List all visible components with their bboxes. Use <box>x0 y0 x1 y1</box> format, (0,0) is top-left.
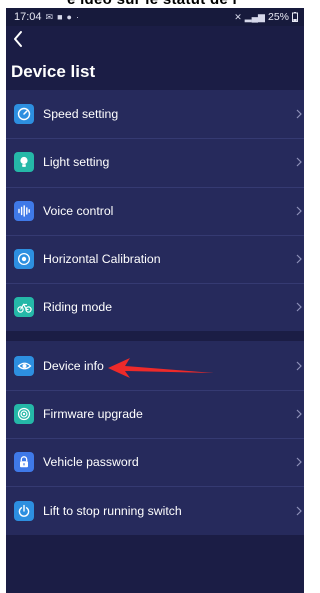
chevron-right-icon <box>296 302 302 312</box>
chevron-right-icon <box>296 457 302 467</box>
speedometer-icon <box>14 104 34 125</box>
back-button[interactable] <box>12 28 32 50</box>
menu-item-label: Horizontal Calibration <box>43 252 161 267</box>
menu-item-voice-control[interactable]: Voice control <box>6 186 304 235</box>
bicycle-icon <box>14 297 34 318</box>
status-left: 17:04 ✉ ■ ● · <box>14 11 79 23</box>
notification-icon: ✉ <box>45 11 54 22</box>
chevron-right-icon <box>296 409 302 419</box>
menu-item-firmware-upgrade[interactable]: Firmware upgrade <box>6 389 304 438</box>
menu-item-vehicle-password[interactable]: Vehicle password <box>6 438 304 486</box>
target-icon <box>14 249 34 270</box>
caption-text: e ideo sur le statut de l <box>0 0 304 8</box>
menu-item-label: Light setting <box>43 155 110 170</box>
menu-item-light-setting[interactable]: Light setting <box>6 138 304 186</box>
chevron-right-icon <box>296 158 302 167</box>
chevron-right-icon <box>296 109 302 119</box>
menu-item-lift-to-stop-running-switch[interactable]: Lift to stop running switch <box>6 486 304 534</box>
nav-bar <box>6 26 304 52</box>
settings-group-1: Speed setting Light setting Voice contro… <box>6 90 304 332</box>
menu-item-label: Firmware upgrade <box>43 406 143 421</box>
battery-icon <box>292 12 298 22</box>
settings-group-2: Device info Firmware upgrade Vehicle pas… <box>6 341 304 535</box>
more-dot-icon: · <box>75 12 79 22</box>
lock-icon <box>14 452 34 473</box>
menu-item-label: Lift to stop running switch <box>43 503 182 518</box>
signal-icon: ▂▄▆ <box>244 11 265 22</box>
menu-item-device-info[interactable]: Device info <box>6 341 304 389</box>
chevron-right-icon <box>296 506 302 515</box>
battery-percent: 25% <box>267 11 289 23</box>
menu-item-speed-setting[interactable]: Speed setting <box>6 90 304 138</box>
menu-item-label: Device info <box>43 358 104 373</box>
menu-item-horizontal-calibration[interactable]: Horizontal Calibration <box>6 234 304 283</box>
status-right: ✕ ▂▄▆ 25% <box>234 11 298 23</box>
caption-strip: e ideo sur le statut de l <box>0 0 304 8</box>
menu-item-label: Speed setting <box>43 107 119 122</box>
status-time: 17:04 <box>14 11 42 23</box>
video-icon: ■ <box>57 12 63 22</box>
eye-icon <box>14 355 34 376</box>
power-icon <box>14 500 34 521</box>
chevron-right-icon <box>296 361 302 371</box>
back-chevron-icon <box>14 31 22 47</box>
chevron-right-icon <box>296 254 302 264</box>
menu-item-label: Riding mode <box>43 300 113 315</box>
phone-screen: 17:04 ✉ ■ ● · ✕ ▂▄▆ 25% Device list Spee… <box>6 8 304 593</box>
page-title: Device list <box>11 62 96 81</box>
chat-icon: ● <box>66 12 72 22</box>
mute-icon: ✕ <box>234 11 242 22</box>
status-bar: 17:04 ✉ ■ ● · ✕ ▂▄▆ 25% <box>6 8 304 26</box>
menu-item-label: Voice control <box>43 203 114 218</box>
chevron-right-icon <box>296 206 302 216</box>
voice-wave-icon <box>14 200 34 221</box>
lightbulb-icon <box>14 152 34 173</box>
broadcast-icon <box>14 403 34 424</box>
menu-item-riding-mode[interactable]: Riding mode <box>6 283 304 331</box>
menu-item-label: Vehicle password <box>43 455 139 470</box>
